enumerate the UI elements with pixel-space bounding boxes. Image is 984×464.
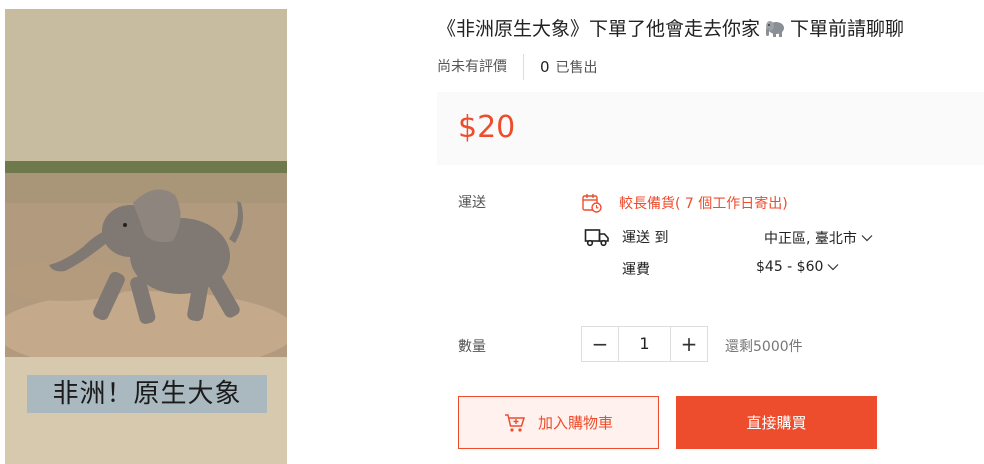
chevron-down-icon	[827, 264, 839, 271]
image-background	[5, 9, 287, 161]
product-title: 《非洲原生大象》下單了他會走去你家 下單前請聊聊	[437, 14, 904, 43]
title-tail: 下單前請聊聊	[790, 18, 905, 40]
truck-icon	[584, 229, 609, 247]
elephant-icon	[764, 18, 786, 43]
title-main: 《非洲原生大象》下單了他會走去你家	[437, 18, 761, 40]
price: $20	[458, 110, 516, 145]
chevron-down-icon	[861, 235, 873, 242]
price-box: $20	[437, 92, 984, 165]
shipping-fee-label: 運費	[622, 262, 650, 278]
ship-to-label: 運送 到	[622, 230, 669, 246]
shipping-notice-text: 較長備貨( 7 個工作日寄出)	[619, 196, 788, 212]
product-image[interactable]: 非洲！原生大象	[5, 9, 287, 464]
shipping-notice: 較長備貨( 7 個工作日寄出)	[581, 192, 788, 214]
sold-label: 已售出	[555, 60, 598, 76]
elephant-photo	[5, 161, 287, 357]
rating-status[interactable]: 尚未有評價	[437, 54, 524, 80]
shipping-label: 運送	[458, 195, 486, 211]
calendar-clock-icon	[582, 194, 602, 213]
shipping-fee: $45 - $60	[756, 259, 824, 275]
ship-to: 運送 到	[584, 227, 668, 247]
quantity-input[interactable]: 1	[618, 327, 671, 361]
add-to-cart-label: 加入購物車	[537, 414, 613, 432]
product-meta: 尚未有評價 0 已售出	[437, 54, 598, 80]
decrease-button[interactable]: −	[582, 327, 618, 361]
add-to-cart-button[interactable]: 加入購物車	[458, 396, 659, 449]
shipping-location-select[interactable]: 中正區, 臺北市	[764, 228, 873, 248]
sold-count: 0	[540, 58, 550, 76]
stock-remaining: 還剩5000件	[725, 339, 803, 355]
shipping-location: 中正區, 臺北市	[764, 231, 857, 247]
buy-now-button[interactable]: 直接購買	[676, 396, 877, 449]
cart-plus-icon	[504, 413, 526, 432]
quantity-label: 數量	[458, 339, 486, 355]
quantity-stepper: − 1 +	[581, 326, 708, 362]
shipping-fee-select[interactable]: $45 - $60	[756, 259, 839, 275]
image-caption: 非洲！原生大象	[27, 375, 267, 413]
buy-now-label: 直接購買	[746, 414, 807, 432]
increase-button[interactable]: +	[671, 327, 707, 361]
